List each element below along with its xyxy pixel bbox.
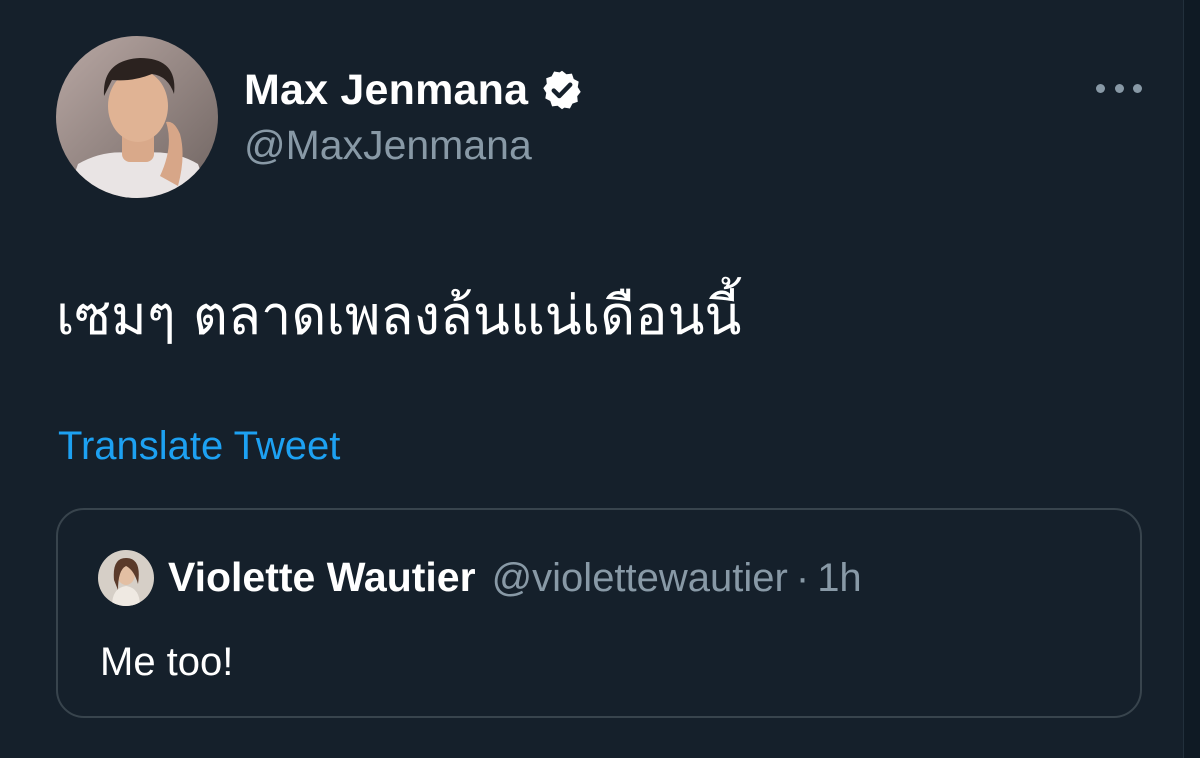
- scrollbar[interactable]: [1183, 0, 1200, 758]
- author-name-row: Max Jenmana: [244, 62, 584, 118]
- quoted-tweet[interactable]: Violette Wautier @violettewautier · 1h M…: [56, 508, 1142, 718]
- quoted-header: Violette Wautier @violettewautier · 1h: [168, 554, 862, 601]
- author-avatar[interactable]: [56, 36, 218, 198]
- tweet-card: Max Jenmana @MaxJenmana เซมๆ ตลาดเพลงล้น…: [0, 0, 1184, 758]
- more-dot: [1133, 83, 1142, 93]
- translate-tweet-link[interactable]: Translate Tweet: [58, 424, 340, 469]
- quoted-timestamp[interactable]: 1h: [817, 556, 862, 601]
- author-display-name[interactable]: Max Jenmana: [244, 66, 528, 115]
- verified-badge-icon: [543, 70, 581, 110]
- author-handle[interactable]: @MaxJenmana: [244, 122, 532, 169]
- quoted-tweet-text: Me too!: [100, 640, 234, 684]
- more-options-icon[interactable]: [1096, 76, 1142, 100]
- quoted-display-name[interactable]: Violette Wautier: [168, 554, 476, 601]
- quoted-separator: ·: [795, 556, 810, 600]
- quoted-author-avatar[interactable]: [98, 550, 154, 606]
- quoted-handle[interactable]: @violettewautier: [492, 556, 788, 601]
- tweet-text: เซมๆ ตลาดเพลงล้นแน่เดือนนี้: [56, 284, 742, 347]
- more-dot: [1114, 83, 1124, 93]
- more-dot: [1096, 83, 1105, 93]
